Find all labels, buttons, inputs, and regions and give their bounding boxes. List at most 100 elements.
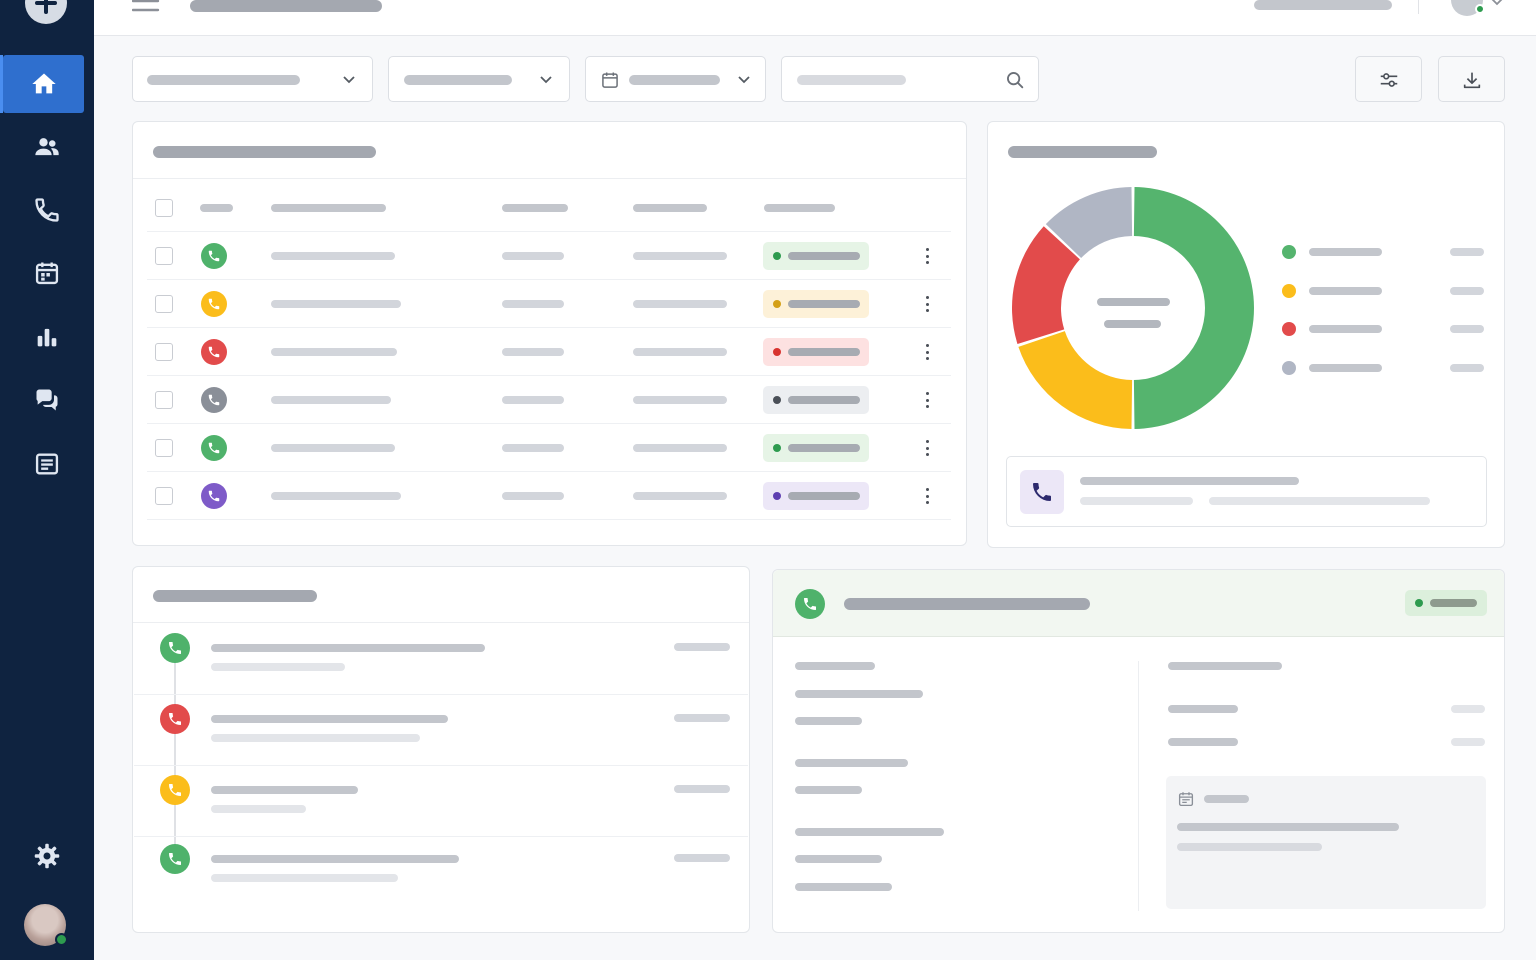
row-checkbox[interactable]: [155, 295, 173, 313]
more-options-icon[interactable]: [925, 296, 929, 312]
sidebar-item-calendar[interactable]: [0, 244, 94, 302]
call-detail-title: [844, 598, 1090, 610]
table-row[interactable]: [147, 376, 951, 424]
search-input[interactable]: [781, 56, 1039, 102]
history-subtitle: [211, 663, 345, 671]
phone-answered-icon: [795, 589, 825, 619]
call-time: [633, 252, 727, 260]
date-range-select[interactable]: [585, 56, 766, 102]
detail-value: [1451, 738, 1485, 746]
row-checkbox[interactable]: [155, 247, 173, 265]
status-label: [1430, 599, 1477, 607]
sidebar-item-notes[interactable]: [0, 435, 94, 493]
donut-center-label: [1104, 320, 1161, 328]
column-header[interactable]: [200, 204, 233, 212]
table-row[interactable]: [147, 424, 951, 472]
calls-table-card: [132, 121, 967, 546]
sidebar-item-messages[interactable]: [0, 371, 94, 429]
notes-heading: [1204, 795, 1249, 803]
row-checkbox[interactable]: [155, 487, 173, 505]
top-user-avatar[interactable]: [1451, 0, 1485, 16]
column-header[interactable]: [764, 204, 835, 212]
table-row[interactable]: [147, 232, 951, 280]
row-checkbox[interactable]: [155, 343, 173, 361]
history-subtitle: [211, 874, 398, 882]
call-history-item[interactable]: [134, 694, 748, 766]
more-options-icon[interactable]: [925, 440, 929, 456]
hamburger-icon[interactable]: [132, 0, 160, 16]
top-bar: [94, 0, 1536, 36]
caller-name: [271, 348, 397, 356]
column-header[interactable]: [271, 204, 386, 212]
calendar-icon: [602, 72, 618, 88]
detail-label: [795, 662, 875, 670]
filter-select-2[interactable]: [388, 56, 570, 102]
sidebar-item-contacts[interactable]: [0, 118, 94, 176]
legend-value: [1450, 286, 1484, 295]
detail-label: [1168, 738, 1238, 746]
detail-label: [1168, 662, 1282, 670]
history-time: [674, 714, 730, 722]
column-header[interactable]: [502, 204, 568, 212]
call-history-item[interactable]: [134, 834, 748, 906]
status-dot: [773, 396, 781, 404]
status-badge: [1405, 590, 1487, 616]
table-row[interactable]: [147, 472, 951, 520]
phone-missed-icon: [201, 339, 227, 365]
donut-center-value: [1097, 298, 1170, 306]
column-header[interactable]: [633, 204, 707, 212]
caller-name: [271, 396, 391, 404]
call-duration: [502, 444, 564, 452]
call-time: [633, 300, 727, 308]
more-options-icon[interactable]: [925, 488, 929, 504]
row-checkbox[interactable]: [155, 391, 173, 409]
sidebar-item-reports[interactable]: [0, 308, 94, 366]
bar-chart-icon: [37, 328, 57, 347]
sidebar-item-calls[interactable]: [0, 181, 94, 239]
phone-answered-icon: [160, 633, 190, 663]
app-logo[interactable]: [25, 0, 67, 24]
phone-icon: [35, 198, 59, 222]
notes-box[interactable]: [1166, 776, 1486, 909]
donut-slice[interactable]: [1133, 187, 1254, 429]
table-row[interactable]: [147, 328, 951, 376]
sidebar-item-settings[interactable]: [0, 827, 94, 885]
chat-icon: [36, 389, 58, 411]
call-detail-header: [773, 570, 1504, 637]
row-checkbox[interactable]: [155, 439, 173, 457]
filter-select-1[interactable]: [132, 56, 373, 102]
chevron-down-icon: [343, 76, 355, 84]
online-status-indicator: [55, 933, 68, 946]
legend-swatch: [1282, 361, 1296, 376]
donut-slice[interactable]: [1018, 331, 1133, 429]
table-row[interactable]: [147, 280, 951, 328]
legend-item[interactable]: [1282, 282, 1487, 300]
status-dot: [1415, 599, 1423, 607]
download-button[interactable]: [1438, 56, 1505, 102]
more-options-icon[interactable]: [925, 392, 929, 408]
status-label: [788, 444, 860, 452]
download-icon: [1463, 72, 1481, 89]
sidebar-item-home[interactable]: [0, 55, 84, 113]
summary-banner[interactable]: [1006, 456, 1487, 527]
summary-detail: [1209, 497, 1430, 505]
topbar-divider: [1418, 0, 1419, 14]
status-dot: [773, 348, 781, 356]
user-avatar[interactable]: [24, 904, 68, 946]
phone-answered-icon: [160, 844, 190, 874]
more-options-icon[interactable]: [925, 248, 929, 264]
legend-label: [1309, 325, 1382, 334]
phone-answered-icon: [201, 243, 227, 269]
more-options-icon[interactable]: [925, 344, 929, 360]
call-history-item[interactable]: [134, 623, 748, 695]
legend-item[interactable]: [1282, 243, 1487, 261]
chevron-down-icon[interactable]: [1490, 0, 1504, 8]
select-all-checkbox[interactable]: [155, 199, 173, 217]
filter-settings-button[interactable]: [1355, 56, 1422, 102]
legend-item[interactable]: [1282, 320, 1487, 338]
card-divider: [133, 178, 966, 179]
detail-value: [1451, 705, 1485, 713]
call-history-item[interactable]: [134, 765, 748, 837]
legend-item[interactable]: [1282, 359, 1487, 377]
call-detail-card: [772, 569, 1505, 933]
